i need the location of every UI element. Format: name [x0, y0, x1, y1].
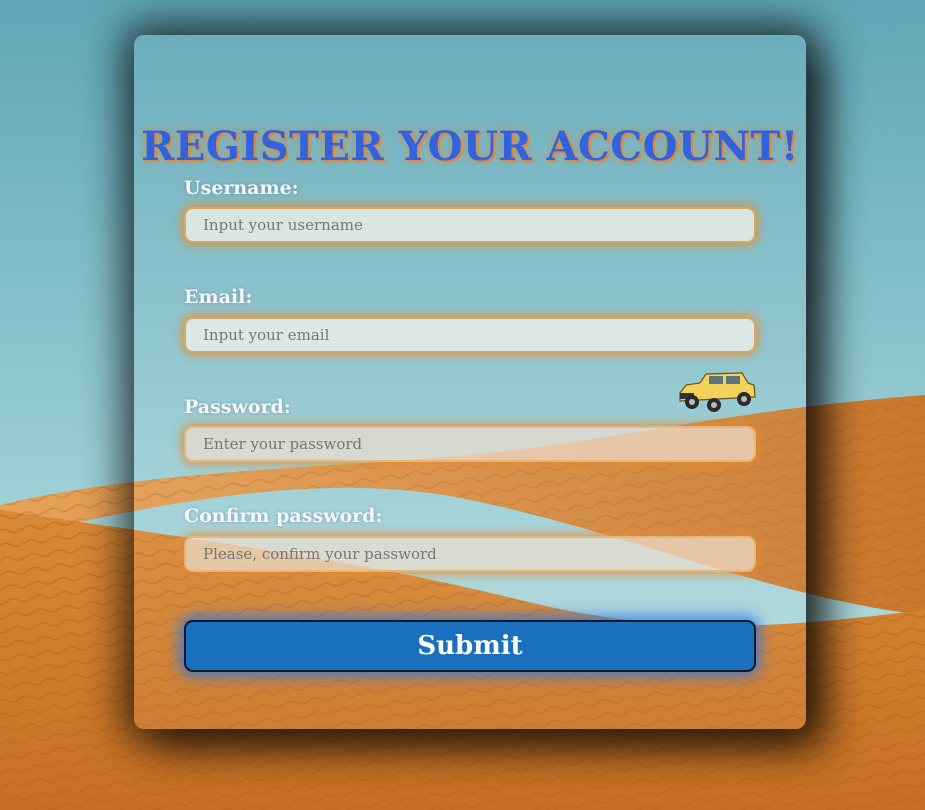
username-label: Username:	[184, 177, 299, 199]
email-input[interactable]	[184, 317, 756, 353]
username-input[interactable]	[184, 207, 756, 243]
submit-button[interactable]: Submit	[184, 620, 756, 672]
password-input[interactable]	[184, 426, 756, 462]
email-label: Email:	[184, 286, 253, 308]
confirm-password-label: Confirm password:	[184, 505, 383, 527]
password-label: Password:	[184, 396, 291, 418]
page-title: REGISTER YOUR ACCOUNT!	[141, 123, 799, 170]
register-card: REGISTER YOUR ACCOUNT! Username: Email: …	[134, 35, 806, 729]
confirm-password-input[interactable]	[184, 536, 756, 572]
jeep-image	[679, 372, 756, 412]
